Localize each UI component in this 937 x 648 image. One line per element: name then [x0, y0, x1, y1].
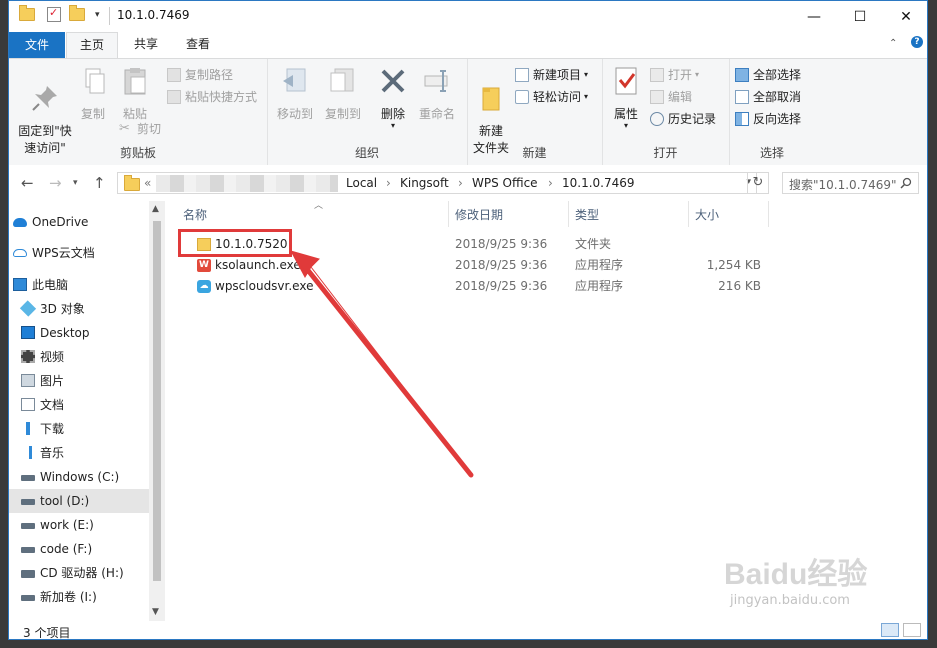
watermark-brand: Baidu经验 [724, 558, 868, 591]
watermark-url: jingyan.baidu.com [730, 593, 850, 608]
item-count: 3 个项目 [23, 626, 71, 640]
annotation-arrow-icon [289, 250, 474, 478]
explorer-window: ✓ ▾ 10.1.0.7469 — ☐ ✕ 文件 主页 共享 查看 ⌃ ? 固定… [8, 0, 928, 640]
baidu-watermark: Baidu经验 jingyan.baidu.com [724, 549, 914, 629]
